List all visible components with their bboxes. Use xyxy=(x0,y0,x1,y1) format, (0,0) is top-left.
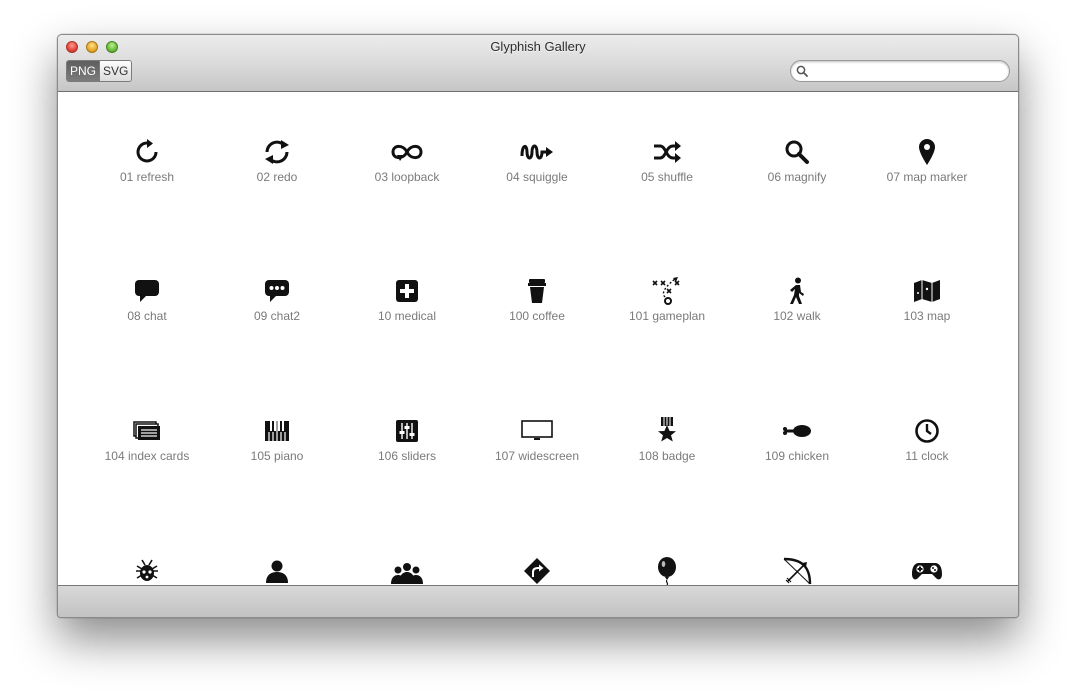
gallery-item[interactable] xyxy=(862,557,992,585)
chat-icon xyxy=(82,277,212,305)
gallery-item[interactable] xyxy=(472,557,602,585)
gallery-item-label: 03 loopback xyxy=(374,170,440,184)
png-format-button[interactable]: PNG xyxy=(67,61,100,81)
widescreen-icon xyxy=(472,417,602,445)
gallery-item-label: 107 widescreen xyxy=(494,449,580,463)
gallery-item[interactable]: 106 sliders xyxy=(342,417,472,463)
gallery-item[interactable] xyxy=(212,557,342,585)
gallery-item-label: 109 chicken xyxy=(764,449,830,463)
walk-icon xyxy=(732,277,862,305)
medical-icon xyxy=(342,277,472,305)
gameplan-icon xyxy=(602,277,732,305)
gallery-item[interactable]: 104 index cards xyxy=(82,417,212,463)
gallery-item-label: 100 coffee xyxy=(509,309,565,323)
gallery-item-label: 09 chat2 xyxy=(253,309,301,323)
gallery-item-label: 103 map xyxy=(903,309,951,323)
magnify-icon xyxy=(732,138,862,166)
gallery-item[interactable]: 09 chat2 xyxy=(212,277,342,323)
gallery-item[interactable] xyxy=(342,557,472,585)
gallery-item[interactable]: 03 loopback xyxy=(342,138,472,184)
format-segmented-control: PNG SVG xyxy=(66,60,133,82)
chicken-icon xyxy=(732,417,862,445)
chat2-icon xyxy=(212,277,342,305)
gallery-item[interactable]: 102 walk xyxy=(732,277,862,323)
group-icon xyxy=(342,557,472,585)
gallery-item[interactable]: 10 medical xyxy=(342,277,472,323)
bug-icon xyxy=(82,557,212,585)
map-marker-icon xyxy=(862,138,992,166)
gallery-item[interactable]: 01 refresh xyxy=(82,138,212,184)
squiggle-icon xyxy=(472,138,602,166)
bottom-bar xyxy=(58,585,1018,617)
gallery-item-label: 104 index cards xyxy=(104,449,190,463)
gallery-item-label: 06 magnify xyxy=(767,170,827,184)
balloon-icon xyxy=(602,557,732,585)
badge-icon xyxy=(602,417,732,445)
gallery-item-label: 02 redo xyxy=(256,170,298,184)
search-field[interactable] xyxy=(790,60,1010,82)
title-bar: Glyphish Gallery PNG SVG xyxy=(58,35,1018,92)
gallery-item[interactable] xyxy=(82,557,212,585)
gallery-item[interactable]: 08 chat xyxy=(82,277,212,323)
gallery-item-label: 07 map marker xyxy=(886,170,968,184)
gallery-item[interactable]: 07 map marker xyxy=(862,138,992,184)
gallery-item[interactable]: 11 clock xyxy=(862,417,992,463)
gallery-item[interactable]: 02 redo xyxy=(212,138,342,184)
icon-gallery: 01 refresh 02 redo 03 loopback 04 squigg… xyxy=(58,92,1018,585)
index-cards-icon xyxy=(82,417,212,445)
person-icon xyxy=(212,557,342,585)
gamepad-icon xyxy=(862,557,992,585)
redo-icon xyxy=(212,138,342,166)
svg-format-button[interactable]: SVG xyxy=(99,61,132,81)
window-title: Glyphish Gallery xyxy=(490,39,586,54)
gallery-item-label: 105 piano xyxy=(250,449,304,463)
gallery-item-label: 05 shuffle xyxy=(641,170,693,184)
coffee-icon xyxy=(472,277,602,305)
search-icon xyxy=(796,65,808,77)
refresh-icon xyxy=(82,138,212,166)
gallery-item[interactable]: 107 widescreen xyxy=(472,417,602,463)
gallery-item[interactable]: 105 piano xyxy=(212,417,342,463)
bow-arrow-icon xyxy=(732,557,862,585)
gallery-item[interactable]: 05 shuffle xyxy=(602,138,732,184)
gallery-item[interactable] xyxy=(602,557,732,585)
gallery-item-label: 108 badge xyxy=(638,449,696,463)
gallery-item[interactable]: 103 map xyxy=(862,277,992,323)
gallery-item[interactable] xyxy=(732,557,862,585)
shuffle-icon xyxy=(602,138,732,166)
gallery-item-label: 10 medical xyxy=(377,309,437,323)
gallery-item-label: 08 chat xyxy=(127,309,167,323)
search-input[interactable] xyxy=(811,62,1005,81)
clock-icon xyxy=(862,417,992,445)
map-icon xyxy=(862,277,992,305)
sliders-icon xyxy=(342,417,472,445)
gallery-item-label: 106 sliders xyxy=(377,449,437,463)
gallery-item[interactable]: 06 magnify xyxy=(732,138,862,184)
app-window: Glyphish Gallery PNG SVG 01 refresh 02 r… xyxy=(57,34,1019,618)
gallery-item-label: 101 gameplan xyxy=(628,309,706,323)
gallery-item-label: 102 walk xyxy=(773,309,821,323)
gallery-item-label: 01 refresh xyxy=(119,170,175,184)
loopback-icon xyxy=(342,138,472,166)
gallery-item[interactable]: 100 coffee xyxy=(472,277,602,323)
gallery-item[interactable]: 109 chicken xyxy=(732,417,862,463)
gallery-item[interactable]: 04 squiggle xyxy=(472,138,602,184)
piano-icon xyxy=(212,417,342,445)
gallery-item-label: 04 squiggle xyxy=(506,170,568,184)
gallery-item[interactable]: 108 badge xyxy=(602,417,732,463)
gallery-item-label: 11 clock xyxy=(905,449,949,463)
road-sign-icon xyxy=(472,557,602,585)
gallery-item[interactable]: 101 gameplan xyxy=(602,277,732,323)
